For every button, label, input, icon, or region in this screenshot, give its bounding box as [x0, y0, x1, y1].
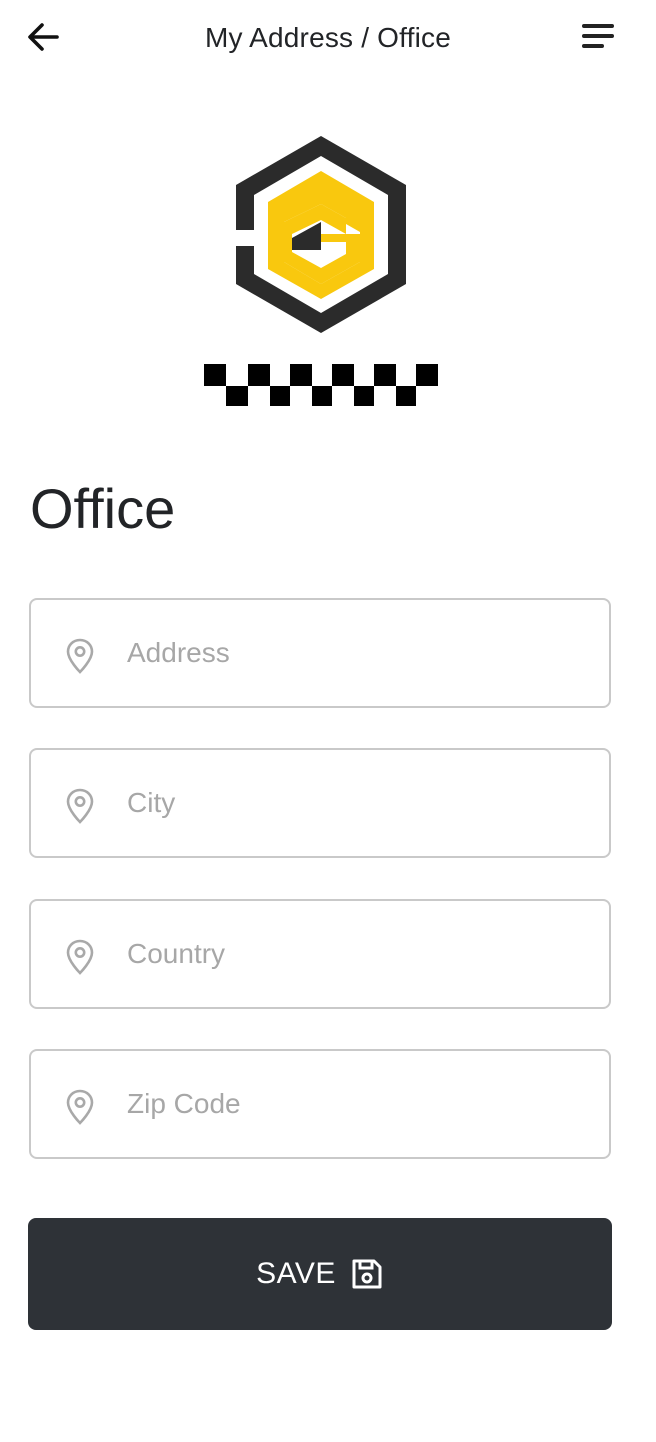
address-screen: My Address / Office Office Address City …	[0, 0, 656, 1442]
country-field[interactable]	[29, 899, 611, 1009]
map-pin-icon	[66, 788, 94, 824]
hexagon-logo-icon	[204, 136, 438, 406]
zip-code-field[interactable]	[29, 1049, 611, 1159]
city-field[interactable]	[29, 748, 611, 858]
page-title: My Address / Office	[204, 22, 452, 53]
city-input[interactable]	[127, 750, 587, 856]
map-pin-icon	[66, 1089, 94, 1125]
brand-logo	[200, 134, 440, 410]
app-header: My Address / Office	[0, 0, 656, 76]
section-title: Office	[30, 477, 176, 540]
menu-icon	[582, 24, 614, 48]
address-input[interactable]	[127, 600, 587, 706]
map-pin-icon	[66, 638, 94, 674]
save-button[interactable]: SAVE	[28, 1218, 612, 1330]
save-disk-icon	[352, 1259, 382, 1289]
zip-code-input[interactable]	[127, 1051, 587, 1157]
address-field[interactable]	[29, 598, 611, 708]
menu-button[interactable]	[576, 16, 620, 56]
save-button-label: SAVE	[256, 1257, 336, 1290]
map-pin-icon	[66, 939, 94, 975]
country-input[interactable]	[127, 901, 587, 1007]
